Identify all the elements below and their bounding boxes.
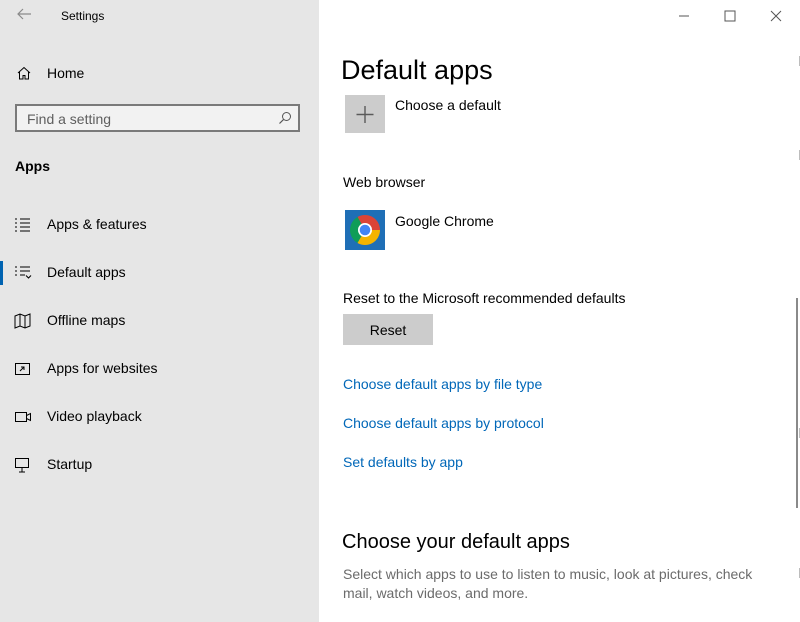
web-app-icon	[14, 361, 32, 377]
sidebar-item-offline-maps[interactable]: Offline maps	[0, 303, 319, 339]
web-browser-app-name[interactable]: Google Chrome	[395, 213, 494, 229]
choose-default-label[interactable]: Choose a default	[395, 97, 501, 113]
reset-heading: Reset to the Microsoft recommended defau…	[343, 290, 626, 306]
sidebar-item-default-apps[interactable]: Default apps	[0, 255, 319, 291]
home-icon	[16, 65, 32, 81]
close-icon	[770, 10, 782, 22]
close-button[interactable]	[753, 0, 799, 32]
link-default-apps-by-file-type[interactable]: Choose default apps by file type	[343, 376, 542, 392]
home-nav-item[interactable]: Home	[0, 60, 319, 88]
sidebar-item-label: Video playback	[47, 408, 142, 424]
back-arrow-icon[interactable]	[14, 6, 34, 26]
scrollbar[interactable]	[795, 40, 800, 622]
app-title: Settings	[61, 9, 105, 23]
maximize-icon	[724, 10, 736, 22]
video-icon	[14, 409, 32, 425]
sidebar: Settings Home Apps Apps & features Defau…	[0, 0, 319, 622]
search-icon[interactable]	[278, 111, 292, 125]
link-set-defaults-by-app[interactable]: Set defaults by app	[343, 454, 463, 470]
minimize-icon	[679, 15, 689, 17]
sidebar-item-label: Default apps	[47, 264, 126, 280]
sidebar-item-startup[interactable]: Startup	[0, 447, 319, 483]
maximize-button[interactable]	[707, 0, 753, 32]
choose-default-apps-description: Select which apps to use to listen to mu…	[343, 566, 753, 601]
startup-icon	[14, 457, 32, 473]
default-list-icon	[14, 265, 32, 281]
main-pane	[319, 0, 800, 622]
sidebar-item-video-playback[interactable]: Video playback	[0, 399, 319, 435]
web-browser-heading: Web browser	[343, 174, 426, 190]
web-browser-app-tile[interactable]	[345, 210, 385, 250]
sidebar-item-apps-features[interactable]: Apps & features	[0, 207, 319, 243]
page-title: Default apps	[341, 55, 493, 85]
minimize-button[interactable]	[661, 0, 707, 32]
sidebar-item-label: Apps for websites	[47, 360, 158, 376]
chrome-icon	[350, 215, 380, 245]
reset-button[interactable]: Reset	[343, 314, 433, 345]
scrollbar-thumb[interactable]	[796, 298, 798, 508]
sidebar-item-label: Apps & features	[47, 216, 147, 232]
link-default-apps-by-protocol[interactable]: Choose default apps by protocol	[343, 415, 544, 431]
list-icon	[14, 217, 32, 233]
search-input[interactable]	[27, 110, 267, 128]
choose-default-apps-heading: Choose your default apps	[342, 531, 570, 553]
map-icon	[14, 313, 32, 329]
section-title: Apps	[15, 158, 50, 174]
plus-icon	[356, 106, 374, 123]
search-box[interactable]	[15, 104, 300, 132]
sidebar-item-apps-for-websites[interactable]: Apps for websites	[0, 351, 319, 387]
sidebar-item-label: Offline maps	[47, 312, 126, 328]
choose-default-tile[interactable]	[345, 95, 385, 133]
home-label: Home	[47, 65, 85, 81]
sidebar-item-label: Startup	[47, 456, 93, 472]
